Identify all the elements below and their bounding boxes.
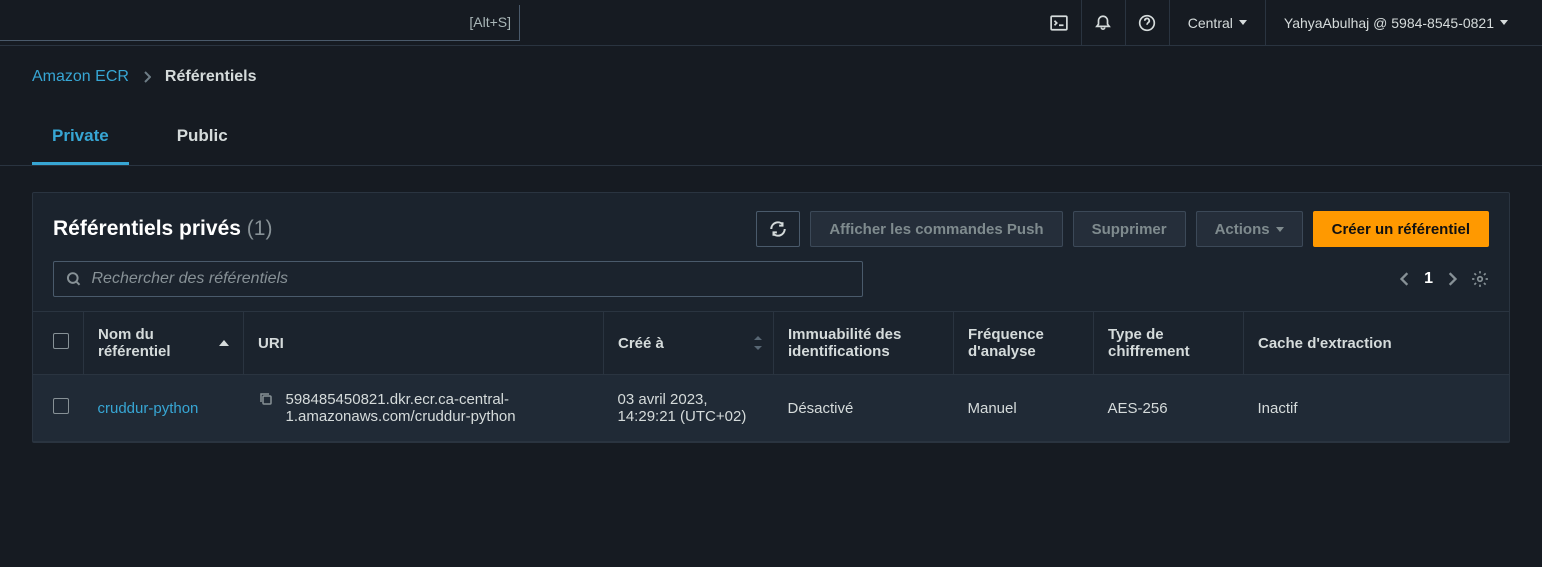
page-number: 1 [1424,270,1433,288]
copy-icon[interactable] [258,391,274,407]
account-menu[interactable]: YahyaAbulhaj @ 5984-8545-0821 [1265,0,1526,46]
col-immutability: Immuabilité des identifications [788,326,901,360]
tab-public[interactable]: Public [157,112,248,165]
repository-uri: 598485450821.dkr.ecr.ca-central-1.amazon… [286,391,590,425]
pull-cache-value: Inactif [1244,375,1510,442]
breadcrumb: Amazon ECR Référentiels [0,46,1542,86]
panel-count: (1) [247,217,273,240]
repositories-panel: Référentiels privés (1) Afficher les com… [32,192,1510,443]
created-at: 03 avril 2023, 14:29:21 (UTC+02) [604,375,774,442]
select-all-checkbox[interactable] [53,333,69,349]
topbar-right-controls: Central YahyaAbulhaj @ 5984-8545-0821 [1037,0,1526,46]
encryption-value: AES-256 [1094,375,1244,442]
region-label: Central [1188,15,1233,31]
col-created: Créé à [618,335,664,352]
row-checkbox[interactable] [53,398,69,414]
scan-freq-value: Manuel [954,375,1094,442]
chevron-down-icon [1239,20,1247,25]
tab-private[interactable]: Private [32,112,129,165]
top-navigation-bar: [Alt+S] Central YahyaAbulhaj @ 5984-8545… [0,0,1542,46]
chevron-down-icon [1276,227,1284,232]
table-row: cruddur-python 598485450821.dkr.ecr.ca-c… [33,375,1509,442]
actions-dropdown[interactable]: Actions [1196,211,1303,247]
pagination: 1 [1400,270,1489,288]
visibility-tabs: Private Public [0,112,1542,166]
next-page-icon[interactable] [1447,272,1457,286]
col-pull-cache: Cache d'extraction [1258,335,1392,352]
panel-title-text: Référentiels privés [53,217,241,240]
account-label: YahyaAbulhaj @ 5984-8545-0821 [1284,15,1494,31]
repository-name-link[interactable]: cruddur-python [98,400,199,417]
search-shortcut-hint: [Alt+S] [469,14,511,30]
breadcrumb-service-link[interactable]: Amazon ECR [32,68,129,86]
actions-label: Actions [1215,221,1270,238]
notifications-icon[interactable] [1081,0,1125,46]
create-repository-button[interactable]: Créer un référentiel [1313,211,1489,247]
col-scan-freq: Fréquence d'analyse [968,326,1044,360]
cloudshell-icon[interactable] [1037,0,1081,46]
col-encryption: Type de chiffrement [1108,326,1190,360]
region-selector[interactable]: Central [1169,0,1265,46]
repositories-table: Nom du référentiel URI Créé à Immuabilit… [33,311,1509,442]
repository-search[interactable] [53,261,863,297]
immutability-value: Désactivé [774,375,954,442]
search-pagination-row: 1 [33,261,1509,311]
breadcrumb-current: Référentiels [165,68,257,86]
table-settings-icon[interactable] [1471,270,1489,288]
chevron-right-icon [143,71,151,83]
col-uri: URI [258,335,284,352]
view-push-commands-button[interactable]: Afficher les commandes Push [810,211,1062,247]
global-search[interactable]: [Alt+S] [0,5,520,41]
search-icon [66,271,81,287]
panel-actions: Afficher les commandes Push Supprimer Ac… [756,211,1489,247]
chevron-down-icon [1500,20,1508,25]
refresh-icon [769,220,787,238]
help-icon[interactable] [1125,0,1169,46]
delete-button[interactable]: Supprimer [1073,211,1186,247]
panel-header: Référentiels privés (1) Afficher les com… [33,193,1509,261]
refresh-button[interactable] [756,211,800,247]
col-name: Nom du référentiel [98,326,205,360]
sort-icon[interactable] [749,338,759,348]
search-input[interactable] [91,270,850,288]
sort-asc-icon[interactable] [219,340,229,346]
panel-title: Référentiels privés (1) [53,217,272,241]
prev-page-icon[interactable] [1400,272,1410,286]
